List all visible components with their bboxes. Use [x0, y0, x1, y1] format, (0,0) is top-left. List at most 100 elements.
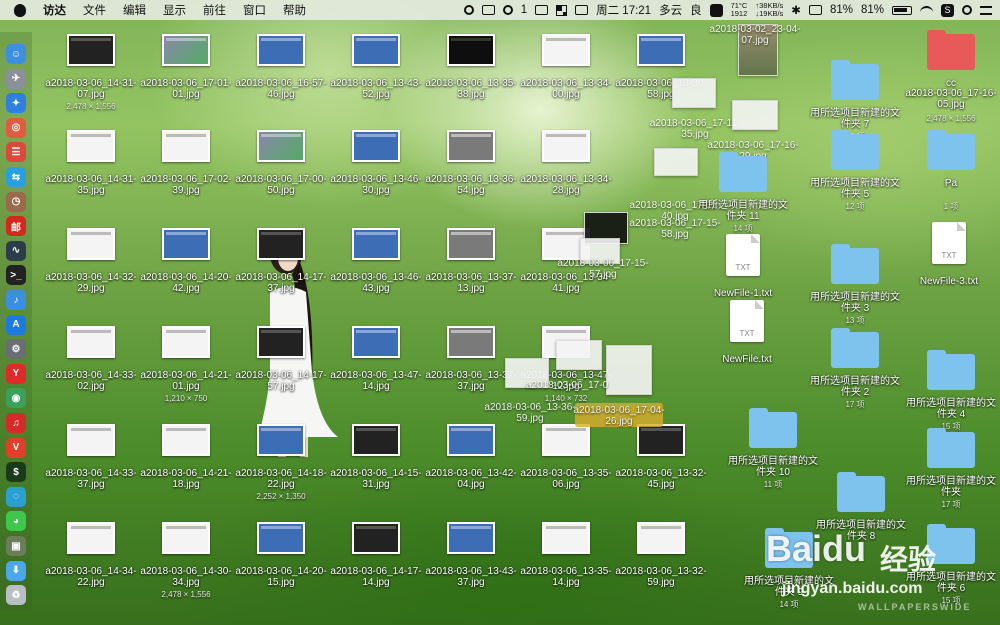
desktop-folder[interactable]: 用所选项目新建的文件夹 10 11 项 — [726, 408, 820, 489]
chat-status-icon[interactable] — [502, 5, 513, 15]
dock-book-icon[interactable]: ☰ — [6, 142, 26, 163]
desktop-file[interactable]: a2018-03-06_14-32-29.jpg — [44, 228, 138, 306]
dock-app-store-icon[interactable]: A — [6, 314, 26, 335]
desktop-folder[interactable]: 用所选项目新建的文件夹 2 17 项 — [808, 328, 902, 409]
display-icon[interactable] — [535, 5, 549, 15]
dock-vivaldi-icon[interactable]: V — [6, 437, 26, 458]
menu-file[interactable]: 文件 — [83, 2, 106, 18]
desktop-file[interactable]: a2018-03-06_14-20-42.jpg — [139, 228, 233, 306]
desktop-folder[interactable]: 用所选项目新建的文件夹 17 项 — [904, 428, 998, 509]
grid-icon[interactable] — [556, 4, 568, 16]
desktop-folder[interactable]: 用所选项目新建的文件夹 4 15 项 — [904, 350, 998, 431]
desktop-file[interactable]: a2018-03-06_13-37-13.jpg — [424, 228, 518, 306]
desktop-text-file[interactable]: TXT NewFile-3.txt — [902, 222, 996, 292]
battery-icon[interactable] — [892, 5, 912, 15]
menu-view[interactable]: 显示 — [163, 2, 186, 18]
desktop-file[interactable]: a2018-03-06_13-34-28.jpg — [519, 130, 613, 208]
overlapping-file[interactable]: a2018-03-02_23-04-07.jpg — [708, 24, 802, 76]
desktop-file[interactable]: a2018-03-06_13-34-00.jpg — [519, 34, 613, 112]
desktop-folder[interactable]: cc a2018-03-06_17-16-05.jpg 2,478 × 1,556 — [904, 30, 998, 123]
desktop-file[interactable]: a2018-03-06_13-42-04.jpg — [424, 424, 518, 502]
cpu-icon[interactable] — [808, 5, 822, 15]
desktop-file[interactable]: a2018-03-06_13-36-54.jpg — [424, 130, 518, 208]
system-temp-fan[interactable]: 71°C 1912 — [731, 2, 748, 18]
desktop-file[interactable]: a2018-03-06_13-32-45.jpg — [614, 424, 708, 502]
dock-downloads-icon[interactable]: ⬇ — [6, 560, 26, 581]
dock-photos-icon[interactable]: ▣ — [6, 536, 26, 556]
desktop-file[interactable]: a2018-03-06_16-57-46.jpg — [234, 34, 328, 112]
desktop-file[interactable]: a2018-03-06_13-35-14.jpg — [519, 522, 613, 600]
desktop-text-file[interactable]: TXT NewFile-1.txt — [696, 234, 790, 304]
status-circle-icon[interactable] — [463, 5, 474, 15]
desktop-file[interactable]: a2018-03-06_13-32-59.jpg — [614, 522, 708, 600]
desktop-folder[interactable]: 用所选项目新建的文件夹 5 12 项 — [808, 130, 902, 211]
desktop-file[interactable]: a2018-03-06_17-00-50.jpg — [234, 130, 328, 208]
notes-icon[interactable] — [481, 5, 495, 15]
desktop-file[interactable]: a2018-03-06_13-43-52.jpg — [329, 34, 423, 112]
desktop-file[interactable]: a2018-03-06_17-01-01.jpg — [139, 34, 233, 112]
spotlight-search-icon[interactable] — [962, 5, 972, 15]
desktop-file[interactable]: a2018-03-06_14-33-02.jpg — [44, 326, 138, 404]
desktop-file[interactable]: a2018-03-06_14-17-57.jpg — [234, 326, 328, 404]
dock-mail-icon[interactable]: 邮 — [6, 216, 26, 237]
apple-menu-icon[interactable] — [14, 3, 26, 17]
desktop-text-file[interactable]: TXT NewFile.txt — [700, 300, 794, 370]
desktop-file[interactable]: a2018-03-06_14-20-15.jpg — [234, 522, 328, 600]
desktop-file[interactable]: a2018-03-06_14-30-34.jpg 2,478 × 1,556 — [139, 522, 233, 600]
dock-netease-icon[interactable]: ♫ — [6, 413, 26, 433]
dock-safari-icon[interactable]: ✦ — [6, 93, 26, 114]
desktop-file[interactable]: a2018-03-06_14-33-37.jpg — [44, 424, 138, 502]
notification-center-icon[interactable] — [980, 5, 992, 15]
desktop-folder[interactable]: 用所选项目新建的文件夹 716 项 — [808, 60, 902, 141]
desktop-folder[interactable]: 用所选项目新建的文件夹 3 13 项 — [808, 244, 902, 325]
dock-trash-icon[interactable]: ♻ — [6, 585, 26, 606]
desktop-file[interactable]: a2018-03-06_14-21-01.jpg 1,210 × 750 — [139, 326, 233, 404]
dock-terminal-icon[interactable]: >_ — [6, 265, 26, 286]
network-speed[interactable]: ↑38KB/s ↓19KB/s — [755, 2, 783, 18]
dock-activity-icon[interactable]: ∿ — [6, 240, 26, 261]
dock-maps-icon[interactable]: ◎ — [6, 117, 26, 138]
dock-voice-icon[interactable]: ♪ — [6, 290, 26, 310]
dock-wechat-icon[interactable]: ◕ — [6, 511, 26, 532]
dock-chat-icon[interactable]: ◌ — [6, 486, 26, 507]
menu-help[interactable]: 帮助 — [283, 2, 306, 18]
wifi-icon[interactable] — [920, 5, 933, 15]
menu-app-name[interactable]: 访达 — [43, 2, 66, 18]
dock-dev-icon[interactable]: $ — [6, 462, 26, 483]
desktop-file[interactable]: a2018-03-06_14-21-18.jpg — [139, 424, 233, 502]
desktop-file[interactable]: a2018-03-06_14-31-35.jpg — [44, 130, 138, 208]
overlapping-file[interactable]: a2018-03-06_17-04-26.jpg — [572, 345, 666, 433]
desktop-file[interactable]: a2018-03-06_17-02-39.jpg — [139, 130, 233, 208]
dock-launchpad-icon[interactable]: ✈ — [6, 68, 26, 89]
desktop-file[interactable]: a2018-03-06_14-31-07.jpg 2,478 × 1,556 — [44, 34, 138, 112]
dock-clock-icon[interactable]: ◷ — [6, 191, 26, 212]
desktop-file[interactable]: a2018-03-06_14-17-14.jpg — [329, 522, 423, 600]
dock-folder-sync-icon[interactable]: ⇆ — [6, 167, 26, 187]
desktop-file[interactable]: a2018-03-06_13-35-38.jpg — [424, 34, 518, 112]
dock-finder-icon[interactable]: ☺ — [6, 44, 26, 64]
menu-window[interactable]: 窗口 — [243, 2, 266, 18]
screen-icon[interactable] — [575, 5, 589, 15]
desktop-folder[interactable]: Pa 1 项 — [904, 130, 998, 211]
menu-edit[interactable]: 编辑 — [123, 2, 146, 18]
dock-yandex-icon[interactable]: Y — [6, 363, 26, 384]
desktop-file[interactable]: a2018-03-06_14-15-31.jpg — [329, 424, 423, 502]
desktop-file[interactable]: a2018-03-06_13-35-06.jpg — [519, 424, 613, 502]
desktop-folder[interactable]: 用所选项目新建的文件夹 11 14 项 — [696, 152, 790, 233]
menu-go[interactable]: 前往 — [203, 2, 226, 18]
bluetooth-icon[interactable]: ✱ — [791, 3, 801, 17]
desktop-file[interactable]: a2018-03-06_14-18-22.jpg 2,252 × 1,350 — [234, 424, 328, 502]
dock-preferences-icon[interactable]: ⚙ — [6, 339, 26, 360]
overlapping-file[interactable]: a2018-03-06_17-0 — [520, 340, 614, 408]
desktop-file[interactable]: a2018-03-06_14-34-22.jpg — [44, 522, 138, 600]
desktop-file[interactable]: a2018-03-06_13-46-30.jpg — [329, 130, 423, 208]
dock-chrome-icon[interactable]: ◉ — [6, 388, 26, 409]
desktop-file[interactable]: a2018-03-06_13-43-37.jpg — [424, 522, 518, 600]
weather-text[interactable]: 多云 — [659, 2, 682, 18]
desktop-file[interactable]: a2018-03-06_13-46-43.jpg — [329, 228, 423, 306]
datetime[interactable]: 周二 17:21 — [596, 2, 651, 18]
desktop-file[interactable]: a2018-03-06_13-37-37.jpg — [424, 326, 518, 404]
desktop-file[interactable]: a2018-03-06_14-17-37.jpg — [234, 228, 328, 306]
s-app-icon[interactable]: S — [941, 3, 954, 17]
desktop-file[interactable]: a2018-03-06_13-47-14.jpg — [329, 326, 423, 404]
